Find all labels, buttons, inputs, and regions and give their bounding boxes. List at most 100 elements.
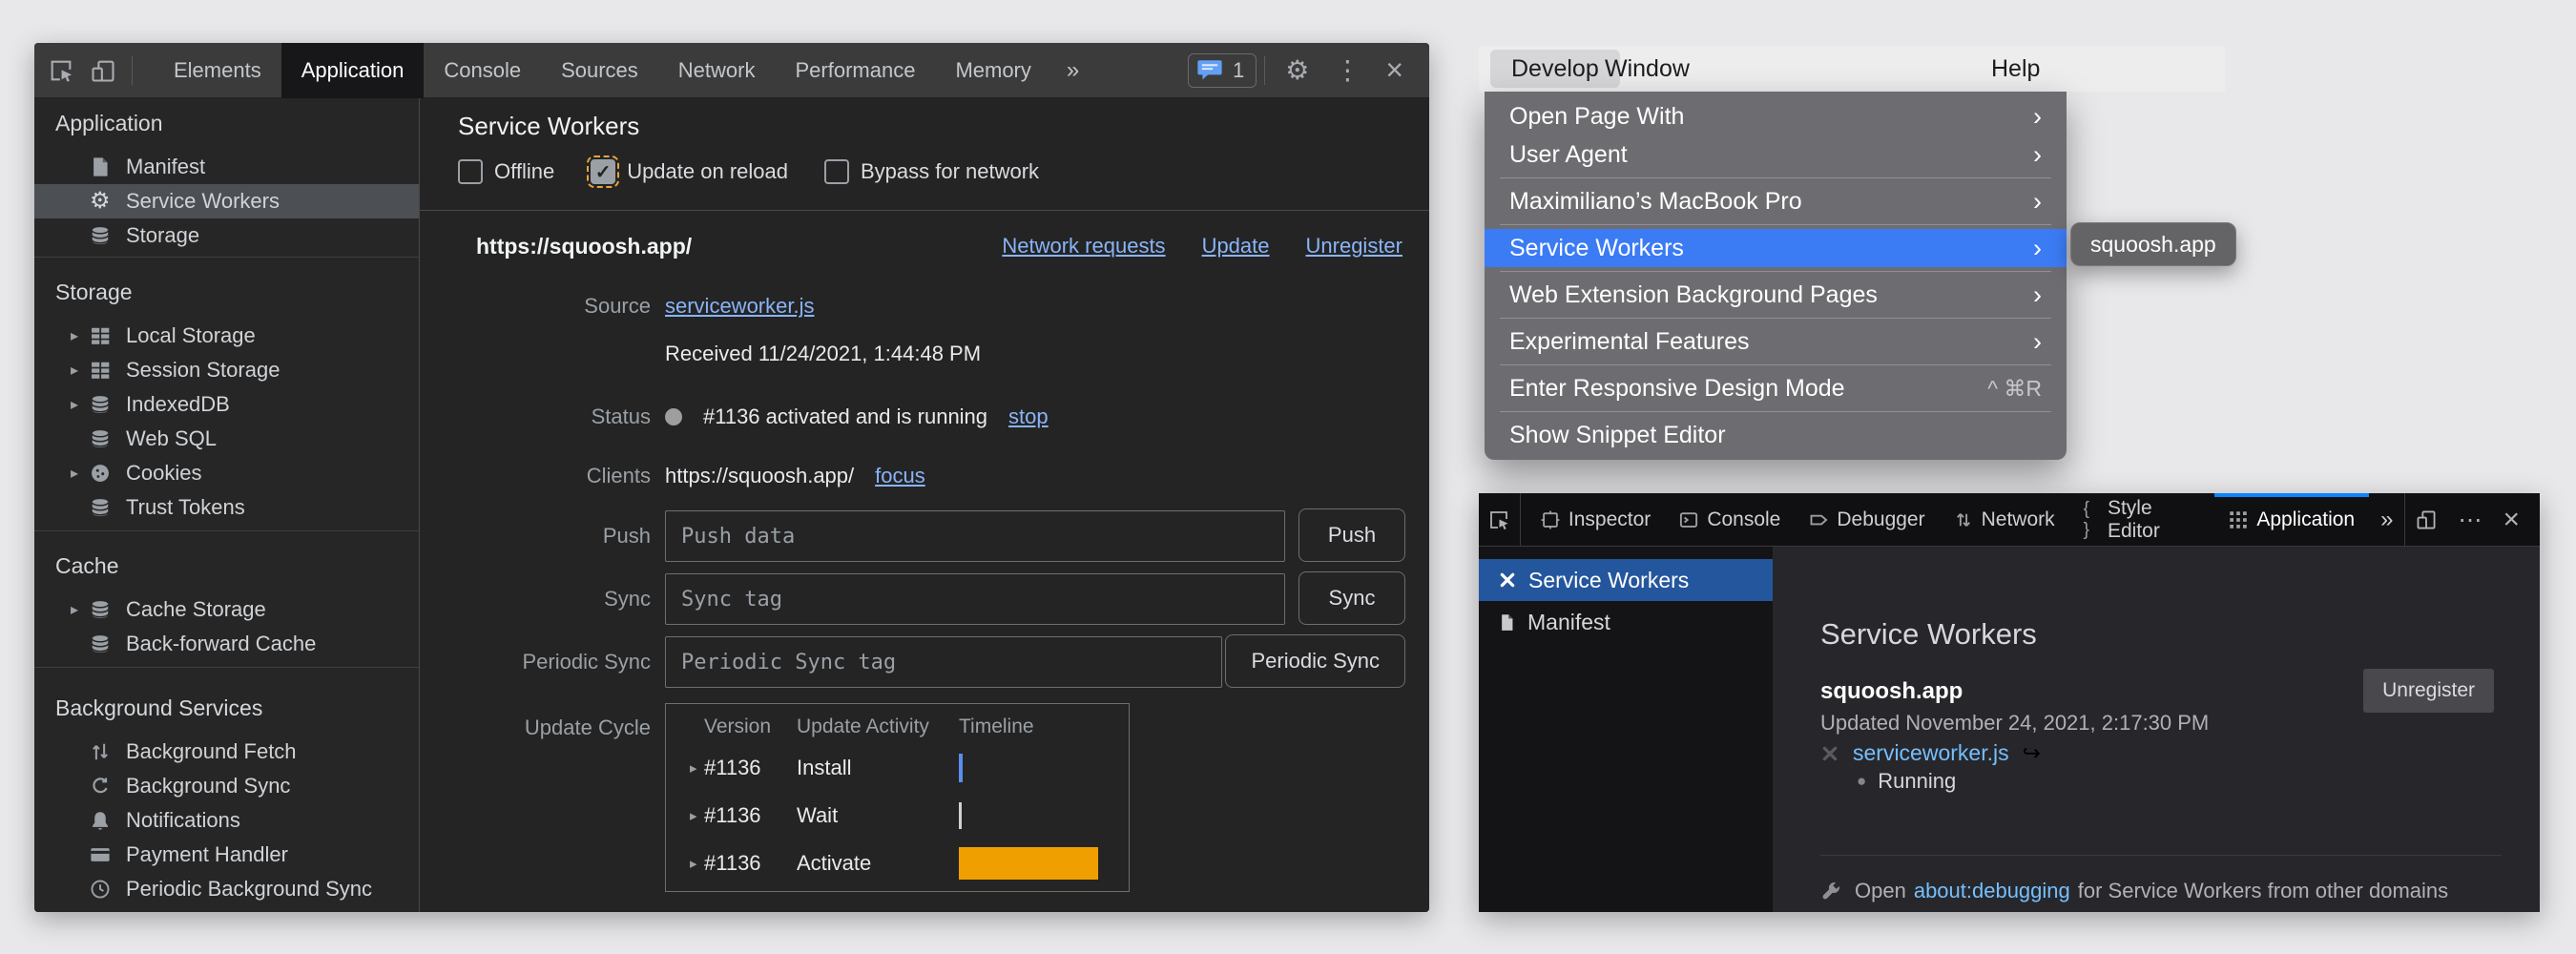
sidebar-item-service-workers[interactable]: Service Workers — [1479, 559, 1773, 601]
service-workers-submenu[interactable]: squoosh.app — [2070, 222, 2236, 266]
sidebar-item-storage[interactable]: Storage — [34, 218, 419, 253]
expand-triangle-icon[interactable]: ▸ — [690, 759, 697, 777]
menu-item-macbook-pro[interactable]: Maximiliano’s MacBook Pro › — [1485, 182, 2067, 220]
kebab-menu-icon[interactable]: ⋮ — [1321, 54, 1373, 86]
sync-tag-input[interactable] — [665, 573, 1285, 625]
unregister-link[interactable]: Unregister — [1306, 234, 1402, 259]
focus-link[interactable]: focus — [875, 464, 925, 488]
tab-sources[interactable]: Sources — [541, 43, 658, 98]
tab-memory[interactable]: Memory — [935, 43, 1050, 98]
menu-item-responsive-design-mode[interactable]: Enter Responsive Design Mode ^ ⌘R — [1485, 369, 2067, 407]
sidebar-item-label: Background Sync — [126, 774, 290, 798]
update-cycle-row-wait[interactable]: ▸ #1136 Wait — [666, 792, 1129, 840]
tab-network[interactable]: Network — [1940, 493, 2069, 547]
submenu-chevron-icon: › — [2033, 140, 2042, 170]
update-cycle-row-install[interactable]: ▸ #1136 Install — [666, 744, 1129, 792]
version-cell: #1136 — [704, 851, 761, 876]
push-button[interactable]: Push — [1298, 508, 1405, 562]
menubar-item-help[interactable]: Help — [1991, 46, 2040, 92]
status-dot-icon: ● — [1857, 772, 1866, 791]
sidebar-section-background-services: Background Services Background Fetch Bac… — [34, 668, 419, 912]
periodic-sync-tag-input[interactable] — [665, 636, 1222, 688]
submenu-chevron-icon: › — [2033, 102, 2042, 132]
tab-application[interactable]: Application — [281, 43, 425, 98]
menu-item-web-extension-background-pages[interactable]: Web Extension Background Pages › — [1485, 276, 2067, 314]
sidebar-item-payment-handler[interactable]: Payment Handler — [34, 838, 419, 872]
inspect-element-icon[interactable] — [40, 50, 82, 92]
stop-link[interactable]: stop — [1008, 404, 1049, 429]
expand-triangle-icon[interactable]: ▸ — [71, 600, 78, 619]
tab-debugger[interactable]: Debugger — [1795, 493, 1939, 547]
offline-checkbox-row: Offline — [458, 159, 554, 184]
sidebar-item-cookies[interactable]: ▸ Cookies — [34, 456, 419, 490]
close-devtools-icon[interactable]: × — [1373, 52, 1416, 88]
update-on-reload-checkbox[interactable]: ✓ — [591, 159, 615, 184]
more-tabs-icon[interactable]: » — [2369, 507, 2404, 533]
offline-checkbox[interactable] — [458, 159, 483, 184]
menu-item-experimental-features[interactable]: Experimental Features › — [1485, 322, 2067, 361]
periodic-sync-button[interactable]: Periodic Sync — [1225, 634, 1405, 688]
database-icon — [90, 633, 111, 654]
menu-item-user-agent[interactable]: User Agent › — [1485, 135, 2067, 174]
sidebar-item-manifest[interactable]: Manifest — [34, 150, 419, 184]
sidebar-item-web-sql[interactable]: Web SQL — [34, 422, 419, 456]
update-cycle-row-activate[interactable]: ▸ #1136 Activate — [666, 840, 1129, 887]
sidebar-item-background-fetch[interactable]: Background Fetch — [34, 735, 419, 769]
tab-console[interactable]: Console — [424, 43, 541, 98]
open-in-debugger-icon[interactable]: ↪ — [2023, 740, 2041, 766]
menubar-item-develop[interactable]: Develop — [1490, 50, 1620, 88]
expand-triangle-icon[interactable]: ▸ — [690, 807, 697, 824]
sidebar-item-label: Service Workers — [126, 189, 280, 214]
sidebar-item-push-messaging[interactable]: Push Messaging — [34, 906, 419, 912]
tab-inspector[interactable]: Inspector — [1527, 493, 1665, 547]
sidebar-item-cache-storage[interactable]: ▸ Cache Storage — [34, 592, 419, 627]
sidebar-item-background-sync[interactable]: Background Sync — [34, 769, 419, 803]
sidebar-item-periodic-background-sync[interactable]: Periodic Background Sync — [34, 872, 419, 906]
section-title: Storage — [34, 271, 419, 313]
tab-performance[interactable]: Performance — [775, 43, 935, 98]
pick-element-icon[interactable] — [1479, 493, 1521, 547]
about-debugging-link[interactable]: about:debugging — [1914, 879, 2070, 903]
expand-triangle-icon[interactable]: ▸ — [71, 326, 78, 345]
sidebar-item-indexeddb[interactable]: ▸ IndexedDB — [34, 387, 419, 422]
push-data-input[interactable] — [665, 510, 1285, 562]
expand-triangle-icon[interactable]: ▸ — [71, 361, 78, 380]
console-drawer-badge[interactable]: 1 — [1188, 53, 1257, 88]
more-tabs-icon[interactable]: » — [1051, 43, 1094, 98]
tab-elements[interactable]: Elements — [154, 43, 281, 98]
tab-application[interactable]: Application — [2214, 493, 2369, 547]
tab-console[interactable]: Console — [1665, 493, 1795, 547]
menubar-item-window[interactable]: Window — [1605, 46, 1690, 92]
sync-button[interactable]: Sync — [1298, 571, 1405, 625]
menu-item-show-snippet-editor[interactable]: Show Snippet Editor — [1485, 416, 2067, 454]
update-link[interactable]: Update — [1202, 234, 1270, 259]
network-requests-link[interactable]: Network requests — [1002, 234, 1165, 259]
sidebar-item-manifest[interactable]: Manifest — [1479, 601, 1773, 643]
sidebar-item-local-storage[interactable]: ▸ Local Storage — [34, 319, 419, 353]
bypass-for-network-checkbox[interactable] — [824, 159, 849, 184]
settings-gear-icon[interactable]: ⚙ — [1273, 54, 1321, 86]
expand-triangle-icon[interactable]: ▸ — [690, 855, 697, 872]
tab-style-editor[interactable]: { } Style Editor — [2069, 493, 2215, 547]
expand-triangle-icon[interactable]: ▸ — [71, 395, 78, 414]
activity-cell: Install — [797, 756, 851, 780]
close-devtools-icon[interactable]: × — [2492, 493, 2530, 547]
expand-triangle-icon[interactable]: ▸ — [71, 464, 78, 483]
sidebar-item-label: IndexedDB — [126, 392, 230, 417]
device-toolbar-icon[interactable] — [82, 50, 124, 92]
sidebar-item-service-workers[interactable]: ⚙ Service Workers — [34, 184, 419, 218]
sync-circle-icon — [90, 776, 111, 797]
tab-network[interactable]: Network — [658, 43, 776, 98]
responsive-design-icon[interactable] — [2405, 493, 2447, 547]
sidebar-item-session-storage[interactable]: ▸ Session Storage — [34, 353, 419, 387]
menu-item-service-workers[interactable]: Service Workers › — [1485, 229, 2067, 267]
unregister-button[interactable]: Unregister — [2363, 669, 2494, 713]
submenu-item-squoosh[interactable]: squoosh.app — [2090, 232, 2216, 258]
sidebar-item-notifications[interactable]: Notifications — [34, 803, 419, 838]
meatball-menu-icon[interactable]: ⋯ — [2447, 493, 2492, 547]
menu-item-open-page-with[interactable]: Open Page With › — [1485, 97, 2067, 135]
sidebar-item-back-forward-cache[interactable]: Back-forward Cache — [34, 627, 419, 661]
sidebar-item-trust-tokens[interactable]: Trust Tokens — [34, 490, 419, 525]
serviceworker-file-link[interactable]: serviceworker.js — [1853, 740, 2009, 766]
serviceworker-file-link[interactable]: serviceworker.js — [665, 294, 814, 319]
